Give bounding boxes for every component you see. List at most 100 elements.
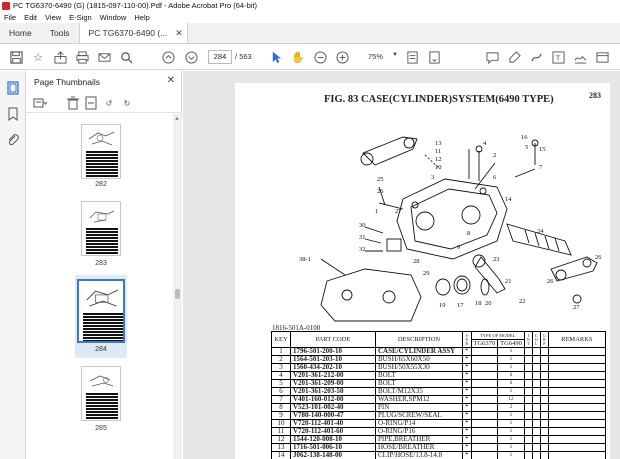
col-description: DESCRIPTION (375, 331, 463, 348)
cell-model-a (470, 403, 499, 412)
page-display-icon[interactable] (404, 49, 420, 65)
thumbnail-label: 284 (95, 346, 107, 353)
cell-part-code: V780-140-000-47 (290, 411, 376, 420)
hand-tool-icon[interactable]: ✋ (290, 49, 306, 65)
zoom-in-icon[interactable] (334, 49, 350, 65)
tab-home[interactable]: Home (0, 23, 41, 43)
scroll-up-icon[interactable]: ▲ (174, 116, 180, 122)
table-row: 10 V720-112-401-40 O-RING/P14 * 1 (271, 419, 606, 428)
thumbnail-page-285[interactable] (81, 366, 121, 421)
bookmarks-icon[interactable] (6, 107, 20, 121)
cell-model-b: 1 (497, 363, 525, 372)
menu-window[interactable]: Window (100, 13, 127, 22)
col-grp: G R P (539, 331, 549, 348)
share-icon[interactable] (52, 49, 68, 65)
mail-icon[interactable] (96, 49, 112, 65)
cell-model-b: 1 (497, 347, 525, 356)
rotate-left-icon[interactable]: ↺ (102, 96, 116, 110)
cell-description: BOLT/M12X35 (375, 387, 463, 396)
table-row: 14 J062-138-148-00 CLIP/HOSE/13.8-14.8 * 1 (271, 451, 606, 459)
callout-label: 7 (539, 164, 543, 171)
callout-label: 5 (525, 144, 528, 151)
cell-model-a (470, 419, 499, 428)
parts-table: KEY PART CODE DESCRIPTION S E R TYPE OF … (271, 331, 606, 459)
menu-help[interactable]: Help (134, 13, 149, 22)
cell-int (523, 371, 533, 380)
draw-icon[interactable] (528, 49, 544, 65)
scrollbar-thumb[interactable] (175, 289, 180, 299)
select-cursor-icon[interactable] (268, 49, 284, 65)
page-thumbnails-icon[interactable] (6, 81, 20, 95)
thumbnails-scrollbar[interactable]: ▲ (173, 114, 182, 459)
thumbnails-toolbar: ↺ ↻ (26, 93, 182, 113)
cell-model-b: 6 (497, 379, 525, 388)
cell-int (523, 427, 533, 436)
callout-label: 26 (377, 188, 384, 195)
callout-label: 27 (395, 208, 402, 215)
close-tab-icon[interactable]: ✕ (175, 28, 183, 39)
more-tools-icon[interactable] (594, 49, 610, 65)
menu-view[interactable]: View (45, 13, 61, 22)
cell-remarks (547, 347, 606, 356)
thumbnail-page-283[interactable] (81, 201, 121, 256)
rotate-right-icon[interactable]: ↻ (120, 96, 134, 110)
comment-icon[interactable] (484, 49, 500, 65)
tab-document[interactable]: PC TG6370-6490 (... ✕ (78, 23, 188, 43)
total-pages: 563 (239, 52, 252, 61)
figure-title: FIG. 83 CASE(CYLINDER)SYSTEM(6490 TYPE) (324, 94, 554, 105)
page-number-input[interactable]: 284 (208, 50, 232, 64)
tab-tools[interactable]: Tools (41, 23, 79, 43)
next-page-icon[interactable] (183, 49, 199, 65)
document-viewer[interactable]: 283 FIG. 83 CASE(CYLINDER)SYSTEM(6490 TY… (183, 71, 620, 459)
menu-esign[interactable]: E-Sign (69, 13, 92, 22)
highlight-pen-icon[interactable] (506, 49, 522, 65)
cell-col (531, 387, 541, 396)
search-icon[interactable] (118, 49, 134, 65)
cell-model-b: 1 (497, 443, 525, 452)
sign-icon[interactable] (572, 49, 588, 65)
scroll-mode-icon[interactable] (426, 49, 442, 65)
extract-page-icon[interactable] (84, 96, 98, 110)
cell-ser: * (462, 451, 472, 459)
page-separator: / (235, 52, 238, 61)
cell-key: 2 (271, 355, 291, 364)
cell-model-a (470, 411, 499, 420)
table-header-row: KEY PART CODE DESCRIPTION S E R TYPE OF … (271, 331, 606, 348)
chevron-down-icon[interactable]: ▼ (392, 52, 398, 58)
callout-label: 26 (547, 278, 554, 285)
cell-ser: * (462, 355, 472, 364)
table-row: 12 1544-120-008-10 PIPE,BREATHER * 1 (271, 435, 606, 444)
callout-label: 1 (375, 208, 378, 215)
cell-part-code: 1796-501-200-10 (290, 347, 376, 356)
cell-part-code: V720-112-401-60 (290, 427, 376, 436)
delete-page-icon[interactable] (66, 96, 80, 110)
options-menu-icon[interactable] (33, 96, 47, 110)
table-row: 8 V523-101-002-40 PIN * 2 (271, 403, 606, 412)
save-icon[interactable] (8, 49, 24, 65)
page-count: / 563 (235, 52, 252, 61)
cell-ser: * (462, 395, 472, 404)
cell-remarks (547, 371, 606, 380)
callout-label: 9 (457, 244, 460, 251)
cell-key: 10 (271, 419, 291, 428)
callout-label: 23 (493, 256, 500, 263)
star-icon[interactable]: ☆ (30, 49, 46, 65)
cell-col (531, 371, 541, 380)
menu-file[interactable]: File (4, 13, 16, 22)
thumbnail-label: 282 (95, 181, 107, 188)
print-icon[interactable] (74, 49, 90, 65)
attachments-icon[interactable] (6, 133, 20, 147)
text-edit-icon[interactable]: T (550, 49, 566, 65)
previous-page-icon[interactable] (160, 49, 176, 65)
close-panel-icon[interactable]: ✕ (167, 75, 175, 86)
callout-label: 25 (377, 176, 384, 183)
cell-grp (539, 435, 549, 444)
menu-edit[interactable]: Edit (24, 13, 37, 22)
thumbnail-page-284[interactable] (77, 279, 125, 343)
table-row: 2 1564-501-203-10 BUSH/65X60X50 * 1 (271, 355, 606, 364)
zoom-out-icon[interactable] (312, 49, 328, 65)
cell-part-code: V201-361-209-00 (290, 379, 376, 388)
thumbnail-page-282[interactable] (81, 124, 121, 179)
cell-grp (539, 451, 549, 459)
cell-key: 8 (271, 403, 291, 412)
